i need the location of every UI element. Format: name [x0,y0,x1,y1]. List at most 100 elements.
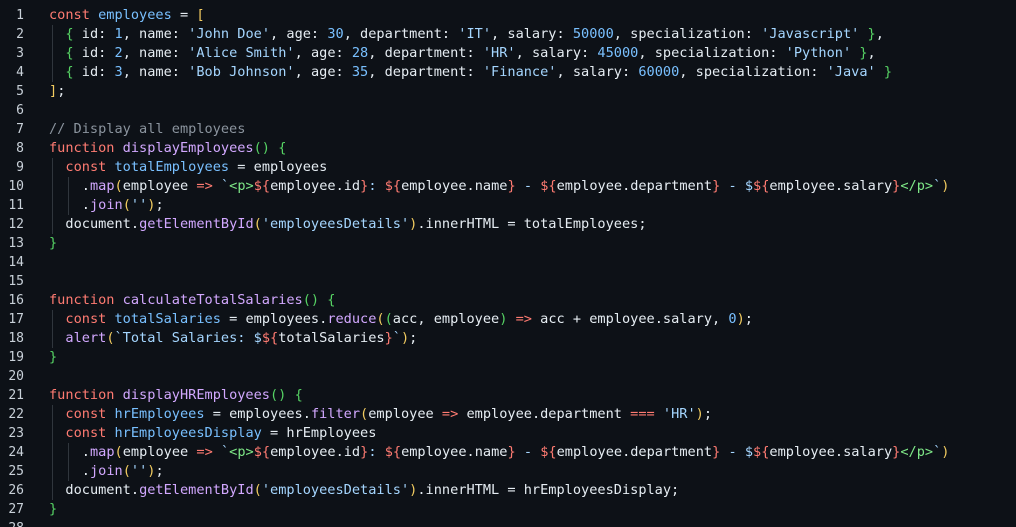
code-line[interactable]: 22 const hrEmployees = employees.filter(e… [0,405,1016,424]
line-number: 14 [8,255,24,270]
code-token: 'employeesDetails' [261,216,410,232]
code-token: - [515,444,541,460]
code-token: ) [400,330,410,346]
code-token: => [196,178,213,194]
code-token: , salary: [556,64,639,80]
code-token: = hrEmployees [261,425,377,441]
line-number: 12 [8,217,24,232]
code-token: ; [155,197,164,213]
code-token: 'Alice Smith' [188,45,295,61]
code-line[interactable]: 24 .map(employee => `<p>${employee.id}: $… [0,443,1016,462]
line-number: 15 [8,274,24,289]
indent-guide [52,462,53,481]
code-token: ${ [253,178,271,194]
code-token: } [507,444,516,460]
code-token: id: [73,45,115,61]
code-token: function [49,387,115,403]
code-token: const [49,7,90,23]
code-token: displayHREmployees [122,387,270,403]
code-line[interactable]: 10 .map(employee => `<p>${employee.id}: $… [0,177,1016,196]
code-token: `Total Salaries: $ [114,330,262,346]
code-token: ( [106,330,115,346]
code-token: totalSalaries [278,330,385,346]
code-line[interactable]: 25 .join(''); [0,462,1016,481]
code-token: 'John Doe' [188,26,271,42]
code-token: ) [941,178,950,194]
code-token: () [302,292,320,308]
code-line[interactable]: 14 [0,253,1016,272]
code-token: ${ [540,178,557,194]
code-token: , salary: [515,45,598,61]
code-text: .join(''); [82,196,164,215]
line-number: 10 [8,179,24,194]
code-line[interactable]: 16 function calculateTotalSalaries() { [0,291,1016,310]
code-line[interactable]: 8 function displayEmployees() { [0,139,1016,158]
code-token: <p> [229,178,254,194]
code-token: === [630,406,655,422]
code-token: . [81,197,90,213]
code-line[interactable]: 26 document.getElementById('employeesDeta… [0,481,1016,500]
code-token: id: [73,26,115,42]
code-line[interactable]: 11 .join(''); [0,196,1016,215]
code-line[interactable]: 12 document.getElementById('employeesDeta… [0,215,1016,234]
line-number: 13 [8,236,24,251]
code-token: , department: [343,26,459,42]
code-editor[interactable]: 1 const employees = [2{ id: 1, name: 'Joh… [0,0,1016,527]
line-number: 20 [8,369,24,384]
code-token: ) [695,406,704,422]
code-token: { [65,64,74,80]
code-token: ${ [753,178,770,194]
indent-guide [68,443,70,462]
code-token: employee.name [401,178,508,194]
code-token: ${ [261,330,279,346]
code-line[interactable]: 27} [0,500,1016,519]
code-token: , [867,45,876,61]
code-line[interactable]: 17 const totalSalaries = employees.reduce… [0,310,1016,329]
line-number: 1 [16,8,24,23]
code-line[interactable]: 2 { id: 1, name: 'John Doe', age: 30, dep… [0,25,1016,44]
code-token: = employees. [220,311,328,327]
code-line[interactable]: 3{ id: 2, name: 'Alice Smith', age: 28, … [0,44,1016,63]
code-token: map [89,444,115,460]
code-token: { [65,26,74,42]
code-token: ${ [753,444,770,460]
code-line[interactable]: 18 alert(`Total Salaries: $${totalSalarie… [0,329,1016,348]
code-line[interactable]: 21 function displayHREmployees() { [0,386,1016,405]
code-token: } [49,235,58,251]
code-token: , specialization: [679,64,827,80]
code-line[interactable]: 19} [0,348,1016,367]
code-line[interactable]: 15 [0,272,1016,291]
code-token: . [81,463,90,479]
code-line[interactable]: 5]; [0,82,1016,101]
code-token: , age: [294,45,352,61]
code-token: acc, employee [392,311,500,327]
indent-guide [68,177,70,196]
code-line[interactable]: 13} [0,234,1016,253]
code-text: { id: 3, name: 'Bob Johnson', age: 35, d… [65,63,892,82]
code-line[interactable]: 7 // Display all employees [0,120,1016,139]
code-line[interactable]: 28 [0,519,1016,527]
code-line[interactable]: 6 [0,101,1016,120]
code-token: , age: [294,64,352,80]
code-token: displayEmployees [122,140,254,156]
code-token: ; [409,330,418,346]
code-line[interactable]: 23 const hrEmployeesDisplay = hrEmployees [0,424,1016,443]
code-token: 'Javascript' [761,26,860,42]
code-line[interactable]: 4{ id: 3, name: 'Bob Johnson', age: 35, … [0,63,1016,82]
code-token: [ [196,7,205,23]
code-token: ( [114,178,123,194]
code-line[interactable]: 20 [0,367,1016,386]
code-token: } [49,501,58,517]
code-token: , name: [122,64,189,80]
code-token: } [883,64,893,80]
code-line[interactable]: 9 const totalEmployees = employees [0,158,1016,177]
code-token: = employees [229,159,328,175]
code-line[interactable]: 1 const employees = [ [0,6,1016,25]
line-number: 28 [0,519,24,527]
code-token: employee.department [556,178,713,194]
code-token: employee.department [458,406,631,422]
